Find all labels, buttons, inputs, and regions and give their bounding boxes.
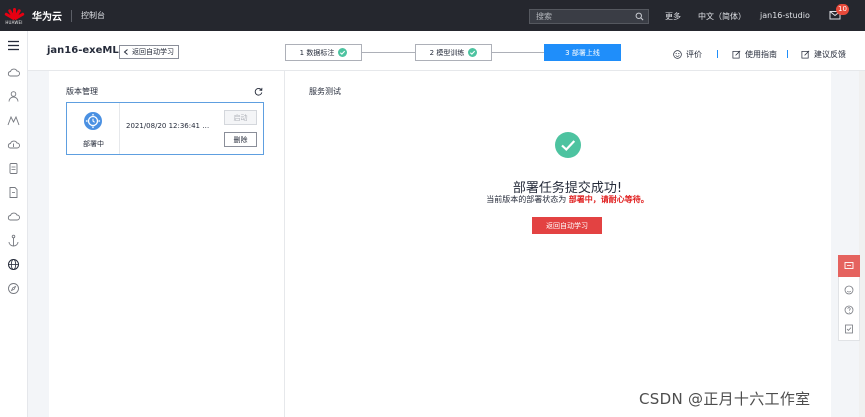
brand-name[interactable]: 华为云 xyxy=(32,8,62,23)
cloud-service-icon[interactable] xyxy=(7,210,20,223)
user-guide-link[interactable]: 使用指南 xyxy=(732,49,777,60)
feedback-label: 建议反馈 xyxy=(814,50,846,59)
notification-badge: 10 xyxy=(836,4,849,15)
page-header: jan16-exeML 返回自动学习 1 数据标注 2 模型训练 3 部署上线 … xyxy=(28,31,865,71)
refresh-icon[interactable] xyxy=(254,87,263,96)
globe-icon[interactable] xyxy=(7,258,20,271)
language-selector[interactable]: 中文（简体） xyxy=(698,11,746,22)
user-menu[interactable]: jan16-studio xyxy=(760,11,810,20)
more-menu[interactable]: 更多 xyxy=(665,11,681,22)
smile-icon[interactable] xyxy=(844,285,854,295)
step-connector xyxy=(362,52,415,53)
divider xyxy=(717,50,718,58)
huawei-logo-icon xyxy=(4,7,25,20)
check-circle-icon xyxy=(338,48,348,57)
cloud-icon[interactable] xyxy=(7,66,20,79)
search-icon[interactable] xyxy=(635,12,644,21)
chevron-left-icon xyxy=(123,49,128,55)
top-bar: HUAWEI 华为云 控制台 更多 中文（简体） jan16-studio 10 xyxy=(0,0,865,31)
step-connector xyxy=(492,52,544,53)
logo-text: HUAWEI xyxy=(5,19,23,25)
success-check-icon xyxy=(555,132,581,158)
check-circle-icon xyxy=(468,48,478,57)
step-model-training[interactable]: 2 模型训练 xyxy=(415,44,492,61)
divider xyxy=(787,50,788,58)
help-icon[interactable] xyxy=(844,305,854,315)
version-card[interactable]: 部署中 2021/08/20 12:36:41 GMT+08:00 启动 删除 xyxy=(66,102,264,155)
user-guide-label: 使用指南 xyxy=(745,50,777,59)
rate-link[interactable]: 评价 xyxy=(673,49,702,60)
rate-link-label: 评价 xyxy=(686,50,702,59)
step-label: 1 数据标注 xyxy=(299,48,335,57)
version-state: 部署中 xyxy=(67,103,120,154)
chat-icon xyxy=(844,262,854,269)
menu-icon[interactable] xyxy=(7,39,20,52)
version-time: 2021/08/20 12:36:41 GMT+08:00 xyxy=(126,122,212,130)
float-chat-button[interactable] xyxy=(838,255,860,277)
page-scrollbar[interactable] xyxy=(859,71,865,417)
deploying-icon xyxy=(84,112,102,130)
page-title: jan16-exeML xyxy=(47,45,119,56)
version-state-label: 部署中 xyxy=(83,140,104,148)
section-title: 服务测试 xyxy=(309,87,341,96)
floating-toolbar xyxy=(838,255,860,341)
back-to-automl-button[interactable]: 返回自动学习 xyxy=(119,45,179,59)
anchor-icon[interactable] xyxy=(7,234,20,247)
step-data-labeling[interactable]: 1 数据标注 xyxy=(285,44,362,61)
console-link[interactable]: 控制台 xyxy=(81,10,105,21)
people-icon[interactable] xyxy=(7,90,20,103)
status-message-text: 当前版本的部署状态为 xyxy=(486,195,567,204)
back-button-label: 返回自动学习 xyxy=(132,48,174,56)
step-label: 3 部署上线 xyxy=(565,48,600,57)
feedback-link[interactable]: 建议反馈 xyxy=(801,49,846,60)
search-box[interactable] xyxy=(529,9,649,24)
left-sidebar xyxy=(0,31,28,417)
step-label: 2 模型训练 xyxy=(429,48,465,57)
divider xyxy=(71,9,72,22)
section-title: 版本管理 xyxy=(66,87,98,96)
cloud-upload-icon[interactable] xyxy=(7,138,20,151)
document-icon[interactable] xyxy=(7,162,20,175)
search-input[interactable] xyxy=(536,12,634,21)
step-deploy-online[interactable]: 3 部署上线 xyxy=(544,44,621,61)
compass-icon[interactable] xyxy=(7,282,20,295)
status-highlight: 部署中，请耐心等待。 xyxy=(568,195,649,204)
mountain-icon[interactable] xyxy=(7,114,20,127)
file-icon[interactable] xyxy=(7,186,20,199)
service-test-panel: 服务测试 部署任务提交成功! 当前版本的部署状态为 部署中，请耐心等待。 返回自… xyxy=(285,71,831,417)
return-automl-button[interactable]: 返回自动学习 xyxy=(532,217,602,234)
smile-icon xyxy=(673,50,682,59)
feedback-edit-icon xyxy=(801,50,810,59)
edit-icon xyxy=(732,50,741,59)
deploy-status-message: 当前版本的部署状态为 部署中，请耐心等待。 xyxy=(285,194,850,205)
start-button[interactable]: 启动 xyxy=(224,110,257,125)
watermark: CSDN @正月十六工作室 xyxy=(639,390,811,408)
huawei-logo[interactable]: HUAWEI xyxy=(0,0,28,31)
delete-button[interactable]: 删除 xyxy=(224,132,257,147)
checklist-icon[interactable] xyxy=(844,324,854,334)
version-management-panel: 版本管理 部署中 2021/08/20 12:36:41 GMT+08:00 启… xyxy=(49,71,285,417)
